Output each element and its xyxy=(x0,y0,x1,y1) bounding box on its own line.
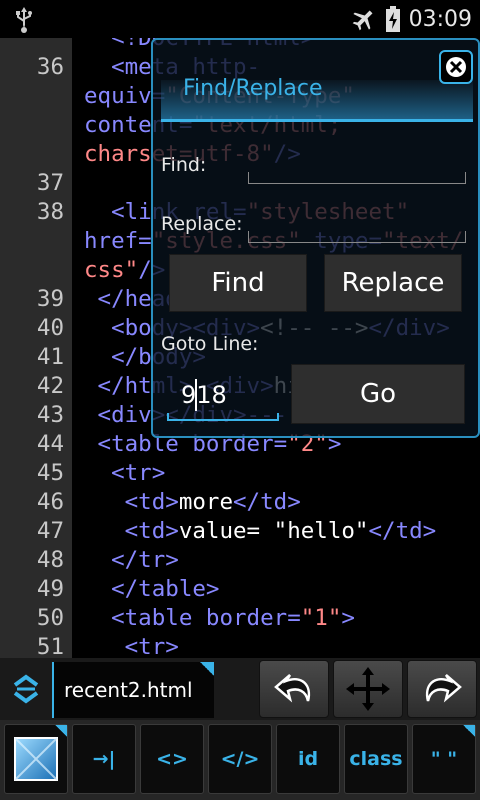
code-token: <td> xyxy=(84,518,179,544)
code-line[interactable]: 51 <tr> xyxy=(0,633,480,658)
code-token: href= xyxy=(84,228,152,254)
app-logo-icon xyxy=(13,674,39,704)
line-number: 49 xyxy=(36,576,64,602)
redo-button[interactable] xyxy=(407,660,477,718)
move-button[interactable] xyxy=(333,660,403,718)
undo-button[interactable] xyxy=(259,660,329,718)
code-token: <table xyxy=(84,605,206,631)
code-token: </td> xyxy=(233,489,301,515)
insert-toolbar: →| <> </> id class " " xyxy=(0,720,480,800)
move-icon xyxy=(346,667,390,711)
usb-icon xyxy=(16,7,32,33)
preview-button[interactable] xyxy=(4,724,68,794)
code-token: border= xyxy=(205,605,301,631)
dialog-title: Find/Replace xyxy=(183,76,323,101)
code-token: "1" xyxy=(300,605,342,631)
line-text: <table border="1"> xyxy=(84,604,355,633)
undo-icon xyxy=(274,674,311,703)
close-icon xyxy=(446,57,466,77)
code-line[interactable]: 48 </tr> xyxy=(0,546,480,575)
goto-line-input[interactable]: 918 xyxy=(167,377,279,421)
tab-key[interactable]: →| xyxy=(72,724,136,794)
line-number: 39 xyxy=(36,286,64,312)
goto-line-value: 918 xyxy=(181,381,227,409)
line-number: 42 xyxy=(36,373,64,399)
menu-button[interactable] xyxy=(0,658,52,720)
code-line[interactable]: 49 </table> xyxy=(0,575,480,604)
battery-charging-icon xyxy=(385,6,400,32)
code-line[interactable]: 46 <td>more</td> xyxy=(0,488,480,517)
code-token: value= "hello" xyxy=(178,518,369,544)
open-tag-key[interactable]: <> xyxy=(140,724,204,794)
file-name: recent2.html xyxy=(64,678,193,702)
line-number: 44 xyxy=(36,431,64,457)
redo-icon xyxy=(425,674,462,703)
line-number: 46 xyxy=(36,489,64,515)
line-number: 41 xyxy=(36,344,64,370)
go-button[interactable]: Go xyxy=(291,364,465,424)
code-line[interactable]: 45 <tr> xyxy=(0,459,480,488)
code-line[interactable]: 50 <table border="1"> xyxy=(0,604,480,633)
line-number: 50 xyxy=(36,605,64,631)
file-toolbar: recent2.html xyxy=(0,658,480,720)
line-number: 38 xyxy=(36,199,64,225)
id-key[interactable]: id xyxy=(276,724,340,794)
replace-button[interactable]: Replace xyxy=(324,254,462,312)
code-token: more xyxy=(178,489,234,515)
code-token: </tr> xyxy=(84,547,179,573)
code-token: <tr> xyxy=(84,634,179,658)
preview-icon xyxy=(14,737,58,781)
status-bar: 03:09 xyxy=(0,0,480,38)
line-number: 48 xyxy=(36,547,64,573)
find-button[interactable]: Find xyxy=(169,254,307,312)
goto-line-label: Goto Line: xyxy=(161,333,259,355)
line-text: <tr> xyxy=(84,633,179,658)
text-cursor xyxy=(195,379,197,411)
code-token: </td> xyxy=(368,518,437,544)
code-token: <td> xyxy=(84,489,179,515)
find-replace-dialog: Find/Replace Find: Replace: Find Replace… xyxy=(151,38,480,438)
line-text: </table> xyxy=(84,575,219,604)
code-token: <tr> xyxy=(84,460,166,486)
replace-label: Replace: xyxy=(161,213,243,235)
line-number: 45 xyxy=(36,460,64,486)
airplane-mode-icon xyxy=(352,10,373,31)
line-text: </tr> xyxy=(84,546,179,575)
file-tab[interactable]: recent2.html xyxy=(52,662,214,718)
find-label: Find: xyxy=(161,154,207,176)
line-number: 47 xyxy=(36,518,64,544)
line-number: 37 xyxy=(36,170,64,196)
code-token: </table> xyxy=(84,576,220,602)
line-text: <tr> xyxy=(84,459,165,488)
close-button[interactable] xyxy=(439,50,473,84)
class-key[interactable]: class xyxy=(344,724,408,794)
line-number: 40 xyxy=(36,315,64,341)
find-input[interactable] xyxy=(248,172,466,184)
line-number: 51 xyxy=(36,634,64,658)
line-number: 36 xyxy=(36,54,64,80)
code-token: css" xyxy=(84,257,139,283)
replace-input[interactable] xyxy=(248,231,466,243)
close-tag-key[interactable]: </> xyxy=(208,724,272,794)
line-text: <td>more</td> xyxy=(84,488,301,517)
line-text: <td>value= "hello"</td> xyxy=(84,517,437,546)
code-token: > xyxy=(341,605,355,631)
quotes-key[interactable]: " " xyxy=(412,724,476,794)
clock: 03:09 xyxy=(408,6,472,32)
line-number: 43 xyxy=(36,402,64,428)
code-line[interactable]: 47 <td>value= "hello"</td> xyxy=(0,517,480,546)
